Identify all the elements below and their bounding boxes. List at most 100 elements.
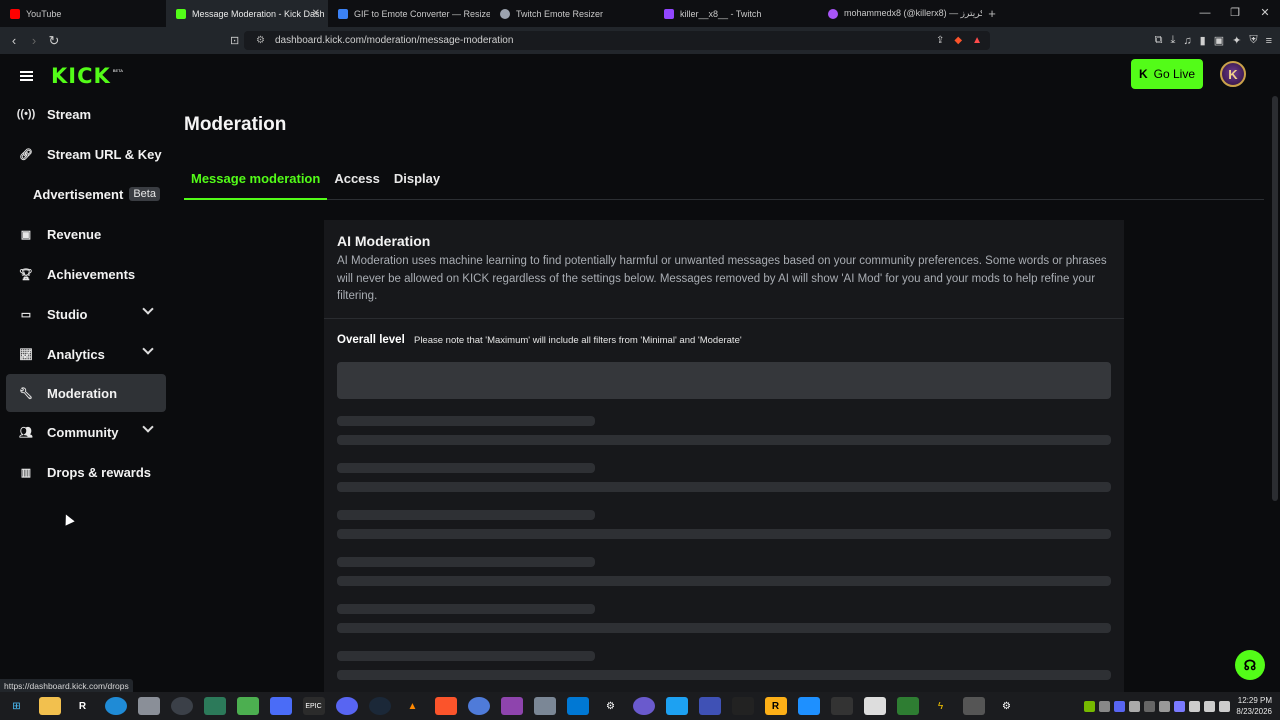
sidebar-item-advertisement[interactable]: Advertisement Beta bbox=[6, 174, 166, 214]
tab-access[interactable]: Access bbox=[327, 168, 387, 200]
tab-display[interactable]: Display bbox=[387, 168, 447, 200]
sidebar-item-analytics[interactable]: 📈︎ Analytics bbox=[6, 334, 166, 374]
app-icon[interactable] bbox=[137, 697, 160, 715]
file-explorer-icon[interactable] bbox=[38, 697, 61, 715]
close-window-icon[interactable]: ✕ bbox=[1250, 0, 1280, 27]
reload-icon[interactable]: ↻ bbox=[44, 33, 64, 49]
app-icon[interactable] bbox=[203, 697, 226, 715]
skeleton-label bbox=[337, 651, 595, 661]
wallet-icon[interactable]: ▣ bbox=[1214, 34, 1224, 47]
hamburger-menu-icon[interactable] bbox=[20, 71, 33, 81]
tray-icon[interactable] bbox=[1144, 700, 1155, 712]
windows-start-icon[interactable]: ⊞ bbox=[6, 697, 28, 715]
forward-icon[interactable]: › bbox=[24, 33, 44, 48]
app-icon[interactable] bbox=[896, 697, 919, 715]
chevron-down-icon[interactable] bbox=[142, 343, 154, 355]
leo-icon[interactable]: ✦ bbox=[1232, 34, 1241, 47]
app-icon[interactable] bbox=[467, 697, 490, 715]
settings-icon[interactable]: ⚙ bbox=[600, 697, 622, 715]
skeleton-bar bbox=[337, 482, 1111, 492]
tray-icon[interactable] bbox=[1174, 700, 1185, 712]
tab-gif-converter[interactable]: GIF to Emote Converter — Resize for bbox=[328, 0, 490, 27]
rockstar-icon[interactable]: R bbox=[72, 697, 94, 715]
brave-icon[interactable] bbox=[434, 697, 457, 715]
app-icon[interactable] bbox=[170, 697, 193, 715]
go-live-button[interactable]: K Go Live bbox=[1131, 59, 1203, 89]
brave-shield-icon[interactable]: ◆ bbox=[954, 35, 962, 46]
tray-icon[interactable] bbox=[1129, 700, 1140, 712]
sidebar-item-community[interactable]: 👥︎ Community bbox=[6, 412, 166, 452]
sidebar-item-drops-rewards[interactable]: ▥ Drops & rewards bbox=[6, 452, 166, 492]
app-icon[interactable] bbox=[830, 697, 853, 715]
app-icon[interactable] bbox=[962, 697, 985, 715]
tab-kick-dashboard[interactable]: Message Moderation - Kick Dash ✕ bbox=[166, 0, 328, 27]
app-icon[interactable] bbox=[698, 697, 721, 715]
menu-icon[interactable]: ≡ bbox=[1266, 35, 1272, 47]
epic-games-icon[interactable]: EPIC bbox=[302, 697, 325, 715]
wifi-icon[interactable] bbox=[1189, 700, 1200, 712]
site-info-icon[interactable]: ⚙ bbox=[256, 35, 265, 46]
app-icon[interactable] bbox=[533, 697, 556, 715]
app-icon[interactable] bbox=[566, 697, 589, 715]
steam-icon[interactable] bbox=[368, 697, 391, 715]
minimize-icon[interactable]: — bbox=[1190, 0, 1220, 27]
app-icon[interactable] bbox=[731, 697, 754, 715]
rockstar-launcher-icon[interactable]: R bbox=[764, 697, 787, 715]
new-tab-button[interactable]: + bbox=[982, 6, 1002, 21]
sidebar-item-stream-url-key[interactable]: 🔗︎ Stream URL & Key bbox=[6, 134, 166, 174]
tab-twitch[interactable]: killer__x8__ - Twitch bbox=[654, 0, 818, 27]
vpn-icon[interactable]: ⛨ bbox=[1249, 34, 1257, 47]
app-icon[interactable] bbox=[269, 697, 292, 715]
app-icon[interactable]: ϟ bbox=[930, 697, 952, 715]
discord-tray-icon[interactable] bbox=[1114, 700, 1125, 712]
media-icon[interactable]: ♫ bbox=[1183, 35, 1191, 47]
bookmark-icon[interactable]: ⊡ bbox=[230, 34, 239, 47]
mic-icon[interactable] bbox=[1219, 700, 1230, 712]
kick-logo[interactable]: KICK bbox=[51, 64, 111, 88]
page-scrollbar[interactable] bbox=[1272, 96, 1278, 501]
vlc-icon[interactable]: ▲ bbox=[402, 697, 424, 715]
tray-icon[interactable] bbox=[1099, 700, 1110, 712]
chevron-down-icon[interactable] bbox=[142, 421, 154, 433]
back-icon[interactable]: ‹ bbox=[4, 33, 24, 48]
chart-icon: 📈︎ bbox=[19, 348, 33, 361]
app-icon[interactable] bbox=[863, 697, 886, 715]
nvidia-icon[interactable] bbox=[1084, 700, 1095, 712]
tray-icon[interactable] bbox=[1159, 700, 1170, 712]
screenshot-icon[interactable]: ⧉ bbox=[1155, 34, 1163, 47]
app-icon[interactable] bbox=[236, 697, 259, 715]
url-field[interactable]: ⊡ ⚙ dashboard.kick.com/moderation/messag… bbox=[230, 31, 990, 50]
discord-icon[interactable] bbox=[335, 697, 358, 715]
browser-toolbar-extras: ⧉ ⤓ ♫ ▮ ▣ ✦ ⛨ ≡ bbox=[1155, 27, 1272, 54]
sidebar-item-revenue[interactable]: ▣ Revenue bbox=[6, 214, 166, 254]
sidebar-item-achievements[interactable]: 🏆︎ Achievements bbox=[6, 254, 166, 294]
volume-icon[interactable] bbox=[1204, 700, 1215, 712]
brave-rewards-icon[interactable]: ▲ bbox=[972, 35, 982, 46]
sidebar-toggle-icon[interactable]: ▮ bbox=[1200, 34, 1206, 47]
app-icon[interactable] bbox=[797, 697, 820, 715]
support-chat-icon[interactable]: ☊ bbox=[1235, 650, 1265, 680]
tab-message-moderation[interactable]: Message moderation bbox=[184, 168, 328, 200]
share-icon[interactable]: ⇪ bbox=[936, 35, 944, 46]
tab-profile[interactable]: mohammedx8 (@killerx8) — كريترز bbox=[818, 0, 982, 27]
app-icon[interactable]: ⚙ bbox=[996, 697, 1018, 715]
app-icon[interactable] bbox=[500, 697, 523, 715]
sidebar-item-stream[interactable]: ((•)) Stream bbox=[6, 94, 166, 134]
skeleton-label bbox=[337, 463, 595, 473]
download-icon[interactable]: ⤓ bbox=[1171, 34, 1176, 47]
app-icon[interactable] bbox=[632, 697, 655, 715]
divider bbox=[324, 318, 1124, 319]
app-icon[interactable] bbox=[665, 697, 688, 715]
sidebar-item-moderation[interactable]: 🔧︎ Moderation bbox=[6, 374, 166, 412]
sidebar-item-studio[interactable]: ▭ Studio bbox=[6, 294, 166, 334]
skeleton-label bbox=[337, 557, 595, 567]
edge-icon[interactable] bbox=[104, 697, 127, 715]
avatar[interactable]: K bbox=[1220, 61, 1246, 87]
tab-youtube[interactable]: YouTube bbox=[0, 0, 166, 27]
taskbar-clock[interactable]: 12:29 PM 8/23/2026 bbox=[1232, 695, 1272, 717]
close-tab-icon[interactable]: ✕ bbox=[312, 8, 320, 19]
tab-emote-resizer[interactable]: Twitch Emote Resizer bbox=[490, 0, 654, 27]
chevron-down-icon[interactable] bbox=[142, 303, 154, 315]
card-title: AI Moderation bbox=[337, 233, 431, 249]
restore-icon[interactable]: ❐ bbox=[1220, 0, 1250, 27]
